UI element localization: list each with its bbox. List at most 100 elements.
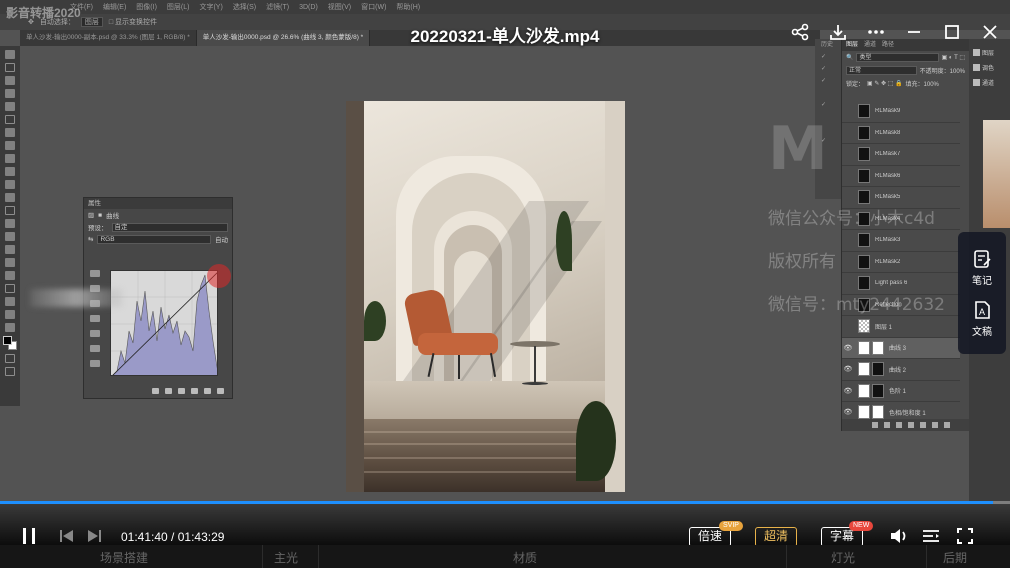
layer-row[interactable]: RLMask3 xyxy=(842,230,960,252)
maximize-icon[interactable] xyxy=(942,22,962,42)
mask-thumb-icon: ■ xyxy=(98,211,103,219)
layer-thumbnail xyxy=(858,276,870,291)
svip-badge: SVIP xyxy=(719,521,743,531)
playlist-icon xyxy=(923,530,939,542)
chapter-4[interactable]: 灯光 xyxy=(831,549,855,566)
notes-icon xyxy=(974,249,991,268)
chapter-3[interactable]: 材质 xyxy=(513,549,537,566)
chapter-1[interactable]: 场景搭建 xyxy=(100,549,148,566)
histogram-warning-icon xyxy=(90,360,100,367)
dock-item-layers: 图层 xyxy=(982,51,995,57)
dock-item-channels: 通道 xyxy=(982,81,995,87)
blurred-region xyxy=(30,289,122,307)
zoom-tool-icon xyxy=(5,310,15,319)
layer-thumbnail xyxy=(858,319,870,334)
previous-button[interactable] xyxy=(58,527,76,545)
pause-icon xyxy=(23,528,35,544)
pen-tool-icon xyxy=(5,245,15,254)
fullscreen-icon xyxy=(957,528,973,544)
move-tool-icon xyxy=(5,50,15,59)
chapter-5[interactable]: 后期 xyxy=(943,549,967,566)
next-button[interactable] xyxy=(85,527,103,545)
fill-label: 填充：100% xyxy=(905,82,939,88)
link-icon xyxy=(872,422,878,428)
mask-icon xyxy=(896,422,902,428)
previous-icon xyxy=(60,530,73,542)
download-icon[interactable] xyxy=(828,22,848,42)
layer-thumbnail xyxy=(858,383,870,398)
layer-name: 色相/饱和度 1 xyxy=(889,410,926,417)
preset-select: 自定 xyxy=(111,222,228,232)
subtitle-label: 字幕 xyxy=(830,529,855,543)
pause-button[interactable] xyxy=(20,526,38,546)
share-icon[interactable] xyxy=(790,22,810,42)
target-adjust-icon: ⇆ xyxy=(88,236,94,243)
layer-row[interactable]: 图层 1 xyxy=(842,316,960,338)
more-icon[interactable] xyxy=(866,22,886,42)
layer-mask-thumbnail xyxy=(872,340,884,355)
quality-button[interactable]: 超清 xyxy=(755,527,798,547)
ps-menubar: 文件(F) 编辑(E) 图像(I) 图层(L) 文字(Y) 选择(S) 滤镜(T) 3D(D)… xyxy=(0,0,1010,14)
speed-label: 倍速 xyxy=(698,529,723,543)
layer-thumbnail xyxy=(858,190,870,205)
layer-row[interactable]: 👁 曲线 3 xyxy=(842,337,960,359)
layer-name: RLMask5 xyxy=(875,194,901,201)
properties-bottom-bar xyxy=(84,384,232,398)
visibility-eye-icon[interactable]: 👁 xyxy=(842,408,854,416)
layer-row[interactable]: 👁 色阶 1 xyxy=(842,381,960,402)
notes-button[interactable]: 笔记 xyxy=(972,249,992,287)
player-controls: 01:41:40 / 01:43:29 倍速 SVIP 超清 字幕 NEW xyxy=(0,504,1010,547)
fullscreen-button[interactable] xyxy=(954,526,976,546)
volume-button[interactable] xyxy=(888,526,910,546)
eyedropper-icon xyxy=(5,128,15,137)
volume-icon xyxy=(891,529,906,543)
layers-panel: 图层 通道 路径 🔍 类型 ▣ ◐ T ⬚ 正常 不透明度：100% 锁定： ▣ ✎ ✥… xyxy=(841,39,969,431)
watermark-line2: 版权所有 xyxy=(768,252,836,272)
current-time: 01:41:40 xyxy=(121,530,168,544)
minimize-icon[interactable] xyxy=(904,22,924,42)
transcript-label: 文稿 xyxy=(972,326,992,338)
visibility-eye-icon[interactable]: 👁 xyxy=(842,365,854,373)
transcript-icon: A xyxy=(975,300,990,319)
hand-tool-icon xyxy=(5,297,15,306)
new-badge: NEW xyxy=(849,521,874,531)
magic-wand-icon xyxy=(5,89,15,98)
chapter-2[interactable]: 主光 xyxy=(274,549,298,566)
layer-thumbnail xyxy=(858,125,870,140)
layer-row[interactable]: RLMask2 xyxy=(842,252,960,273)
layer-row[interactable]: RLMask7 xyxy=(842,144,960,166)
properties-title: 属性 xyxy=(84,198,232,209)
layer-row[interactable]: 👁 曲线 2 xyxy=(842,359,960,381)
layer-name: RLMask6 xyxy=(875,172,901,179)
playlist-button[interactable] xyxy=(920,526,942,546)
auto-button: 自动 xyxy=(215,237,228,244)
eraser-icon xyxy=(5,193,15,202)
layer-row[interactable]: RLMask9 xyxy=(842,101,960,123)
curves-icon: ▨ xyxy=(88,212,95,219)
preset-label: 预设： xyxy=(88,225,108,232)
layer-row[interactable]: RLMask6 xyxy=(842,166,960,187)
layers-bottom-bar xyxy=(842,419,969,431)
curves-histogram xyxy=(110,270,218,376)
layer-thumbnail xyxy=(858,362,870,377)
group-icon xyxy=(920,422,926,428)
transcript-button[interactable]: A 文稿 xyxy=(972,300,992,338)
close-icon[interactable] xyxy=(980,22,1000,42)
layer-row[interactable]: RLMask8 xyxy=(842,123,960,144)
marquee-tool-icon xyxy=(5,63,15,72)
next-icon xyxy=(88,530,101,542)
visibility-eye-icon[interactable]: 👁 xyxy=(842,387,854,395)
adjustment-icon xyxy=(908,422,914,428)
cursor-highlight xyxy=(207,264,231,288)
layer-thumbnail xyxy=(858,405,870,420)
curve-point-icon xyxy=(90,315,100,322)
dodge-tool-icon xyxy=(5,232,15,241)
visibility-eye-icon[interactable]: 👁 xyxy=(842,344,854,352)
dock-item-adjust: 调色 xyxy=(982,66,995,72)
layer-thumbnail xyxy=(858,340,870,355)
layer-name: 图层 1 xyxy=(875,324,893,331)
layer-name: RLMask9 xyxy=(875,108,901,115)
layer-name: RLMask7 xyxy=(875,151,901,158)
fx-icon xyxy=(884,422,890,428)
layer-name: Light pass 6 xyxy=(875,280,908,287)
